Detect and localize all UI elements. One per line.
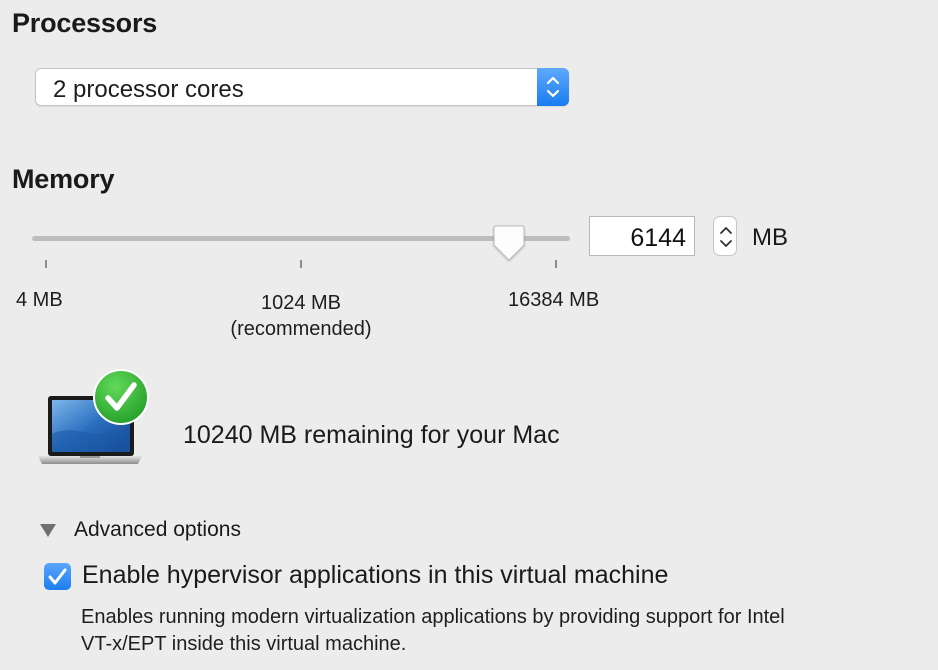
- up-down-chevron-icon: [537, 68, 569, 106]
- slider-min-label: 4 MB: [16, 289, 63, 311]
- memory-slider-track[interactable]: [32, 236, 570, 241]
- memory-remaining-text: 10240 MB remaining for your Mac: [183, 421, 560, 449]
- processor-cores-selected: 2 processor cores: [53, 76, 244, 103]
- slider-max-label: 16384 MB: [508, 289, 600, 311]
- stepper-arrows-icon: [720, 227, 732, 247]
- slider-tick-min: [45, 260, 47, 268]
- hypervisor-description-line-1: Enables running modern virtualization ap…: [81, 606, 785, 628]
- slider-tick-recommended: [300, 260, 302, 268]
- processors-heading: Processors: [12, 8, 158, 38]
- checkmark-icon: [48, 568, 67, 585]
- hypervisor-description-line-2: VT-x/EPT inside this virtual machine.: [81, 633, 407, 655]
- slider-recommended-label: 1024 MB: [260, 292, 342, 314]
- hypervisor-checkbox-label[interactable]: Enable hypervisor applications in this v…: [82, 561, 668, 590]
- hypervisor-checkbox[interactable]: [44, 563, 71, 590]
- disclosure-triangle-icon[interactable]: [39, 522, 57, 538]
- processor-cores-popup[interactable]: 2 processor cores: [35, 68, 569, 106]
- memory-heading: Memory: [12, 164, 115, 194]
- memory-unit-label: MB: [752, 224, 788, 251]
- memory-size-field[interactable]: 6144: [589, 216, 695, 256]
- slider-recommended-note: (recommended): [230, 318, 372, 340]
- advanced-options-toggle[interactable]: Advanced options: [74, 518, 241, 542]
- memory-slider-thumb[interactable]: [492, 223, 526, 263]
- memory-stepper[interactable]: [713, 216, 737, 256]
- checkmark-circle-icon: [92, 368, 150, 426]
- slider-tick-max: [555, 260, 557, 268]
- hypervisor-description: Enables running modern virtualization ap…: [81, 604, 931, 658]
